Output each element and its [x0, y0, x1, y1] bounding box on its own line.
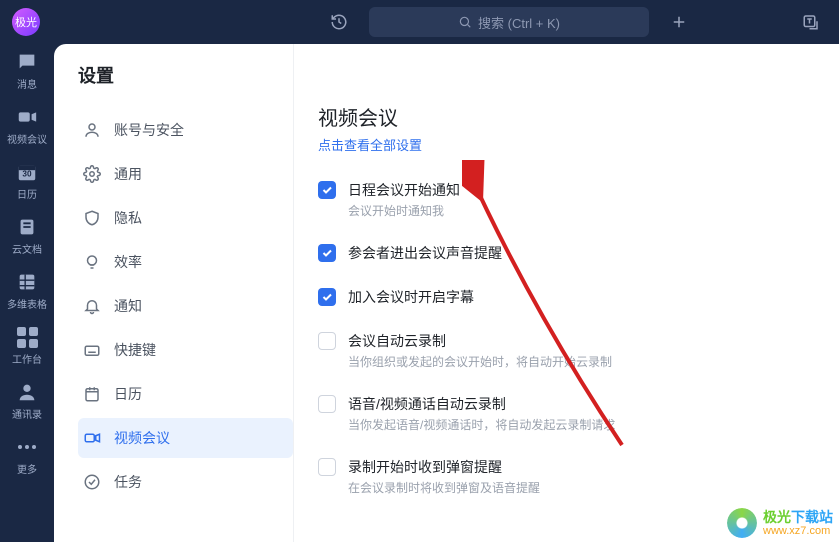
cloud-doc-icon	[15, 215, 39, 239]
gear-icon	[82, 164, 102, 184]
leftnav: 消息 视频会议 30 日历 云文档 多维表格 工作台 通讯录 更多	[0, 44, 54, 542]
search-input[interactable]: 搜索 (Ctrl + K)	[369, 7, 649, 37]
option-desc: 会议开始时通知我	[348, 202, 460, 219]
account-icon	[82, 120, 102, 140]
option-schedule-notify: 日程会议开始通知 会议开始时通知我	[318, 180, 817, 219]
avatar[interactable]: 极光	[12, 8, 40, 36]
topbar: 极光 搜索 (Ctrl + K)	[0, 0, 839, 44]
option-record-popup: 录制开始时收到弹窗提醒 在会议录制时将收到弹窗及语音提醒	[318, 457, 817, 496]
checkbox[interactable]	[318, 332, 336, 350]
nav-more[interactable]: 更多	[3, 435, 51, 476]
bell-icon	[82, 296, 102, 316]
keyboard-icon	[82, 340, 102, 360]
nav-video[interactable]: 视频会议	[3, 105, 51, 146]
more-icon	[15, 435, 39, 459]
grid-icon	[15, 270, 39, 294]
check-circle-icon	[82, 472, 102, 492]
sidebar-item-privacy[interactable]: 隐私	[78, 198, 293, 238]
nav-sheets[interactable]: 多维表格	[3, 270, 51, 311]
option-subtitles-on-join: 加入会议时开启字幕	[318, 287, 817, 307]
sidebar-item-efficiency[interactable]: 效率	[78, 242, 293, 282]
main-panel: 设置 账号与安全 通用 隐私 效率 通知	[54, 44, 839, 542]
option-desc: 当你组织或发起的会议开始时，将自动开始云录制	[348, 353, 612, 370]
page-title: 设置	[78, 62, 293, 88]
nav-calendar[interactable]: 30 日历	[3, 160, 51, 201]
nav-contacts[interactable]: 通讯录	[3, 380, 51, 421]
history-icon[interactable]	[323, 6, 355, 38]
section-title: 视频会议	[318, 102, 817, 131]
sidebar-item-label: 账号与安全	[114, 120, 184, 140]
option-desc: 在会议录制时将收到弹窗及语音提醒	[348, 479, 540, 496]
sidebar-item-notify[interactable]: 通知	[78, 286, 293, 326]
options-list: 日程会议开始通知 会议开始时通知我 参会者进出会议声音提醒 加入会议时开启字幕	[318, 180, 817, 496]
option-auto-record-call: 语音/视频通话自动云录制 当你发起语音/视频通话时，将自动发起云录制请求	[318, 394, 817, 433]
option-title: 参会者进出会议声音提醒	[348, 243, 502, 263]
option-join-leave-sound: 参会者进出会议声音提醒	[318, 243, 817, 263]
nav-workbench[interactable]: 工作台	[3, 325, 51, 366]
shield-icon	[82, 208, 102, 228]
sidebar-item-general[interactable]: 通用	[78, 154, 293, 194]
person-icon	[15, 380, 39, 404]
checkbox[interactable]	[318, 181, 336, 199]
option-title: 日程会议开始通知	[348, 180, 460, 200]
sidebar-item-label: 隐私	[114, 208, 142, 228]
sidebar-item-label: 通知	[114, 296, 142, 316]
checkbox[interactable]	[318, 288, 336, 306]
translate-icon[interactable]	[795, 6, 827, 38]
sidebar-item-videoconf[interactable]: 视频会议	[78, 418, 293, 458]
sidebar-item-label: 任务	[114, 472, 142, 492]
svg-text:30: 30	[22, 170, 32, 179]
sidebar-item-account[interactable]: 账号与安全	[78, 110, 293, 150]
sidebar-item-label: 效率	[114, 252, 142, 272]
nav-messages[interactable]: 消息	[3, 50, 51, 91]
view-all-link[interactable]: 点击查看全部设置	[318, 135, 422, 154]
calendar30-icon: 30	[15, 160, 39, 184]
settings-list: 账号与安全 通用 隐私 效率 通知 快捷键	[78, 110, 293, 502]
sidebar-item-tasks[interactable]: 任务	[78, 462, 293, 502]
option-title: 会议自动云录制	[348, 331, 612, 351]
option-title: 加入会议时开启字幕	[348, 287, 474, 307]
settings-sidebar: 设置 账号与安全 通用 隐私 效率 通知	[54, 44, 294, 542]
video-icon	[15, 105, 39, 129]
bulb-icon	[82, 252, 102, 272]
sidebar-item-label: 通用	[114, 164, 142, 184]
settings-content: 视频会议 点击查看全部设置 日程会议开始通知 会议开始时通知我 参会者进出会议声…	[294, 44, 839, 542]
videoconf-icon	[82, 428, 102, 448]
sidebar-item-calendar[interactable]: 日历	[78, 374, 293, 414]
sidebar-item-label: 快捷键	[114, 340, 156, 360]
plus-icon[interactable]	[663, 6, 695, 38]
checkbox[interactable]	[318, 244, 336, 262]
option-desc: 当你发起语音/视频通话时，将自动发起云录制请求	[348, 416, 615, 433]
option-auto-record-meeting: 会议自动云录制 当你组织或发起的会议开始时，将自动开始云录制	[318, 331, 817, 370]
option-title: 语音/视频通话自动云录制	[348, 394, 615, 414]
chat-icon	[15, 50, 39, 74]
nav-docs[interactable]: 云文档	[3, 215, 51, 256]
option-title: 录制开始时收到弹窗提醒	[348, 457, 540, 477]
search-placeholder: 搜索 (Ctrl + K)	[478, 13, 560, 32]
sidebar-item-label: 视频会议	[114, 428, 170, 448]
calendar-icon	[82, 384, 102, 404]
sidebar-item-shortcut[interactable]: 快捷键	[78, 330, 293, 370]
checkbox[interactable]	[318, 458, 336, 476]
apps-icon	[15, 325, 39, 349]
sidebar-item-label: 日历	[114, 384, 142, 404]
checkbox[interactable]	[318, 395, 336, 413]
